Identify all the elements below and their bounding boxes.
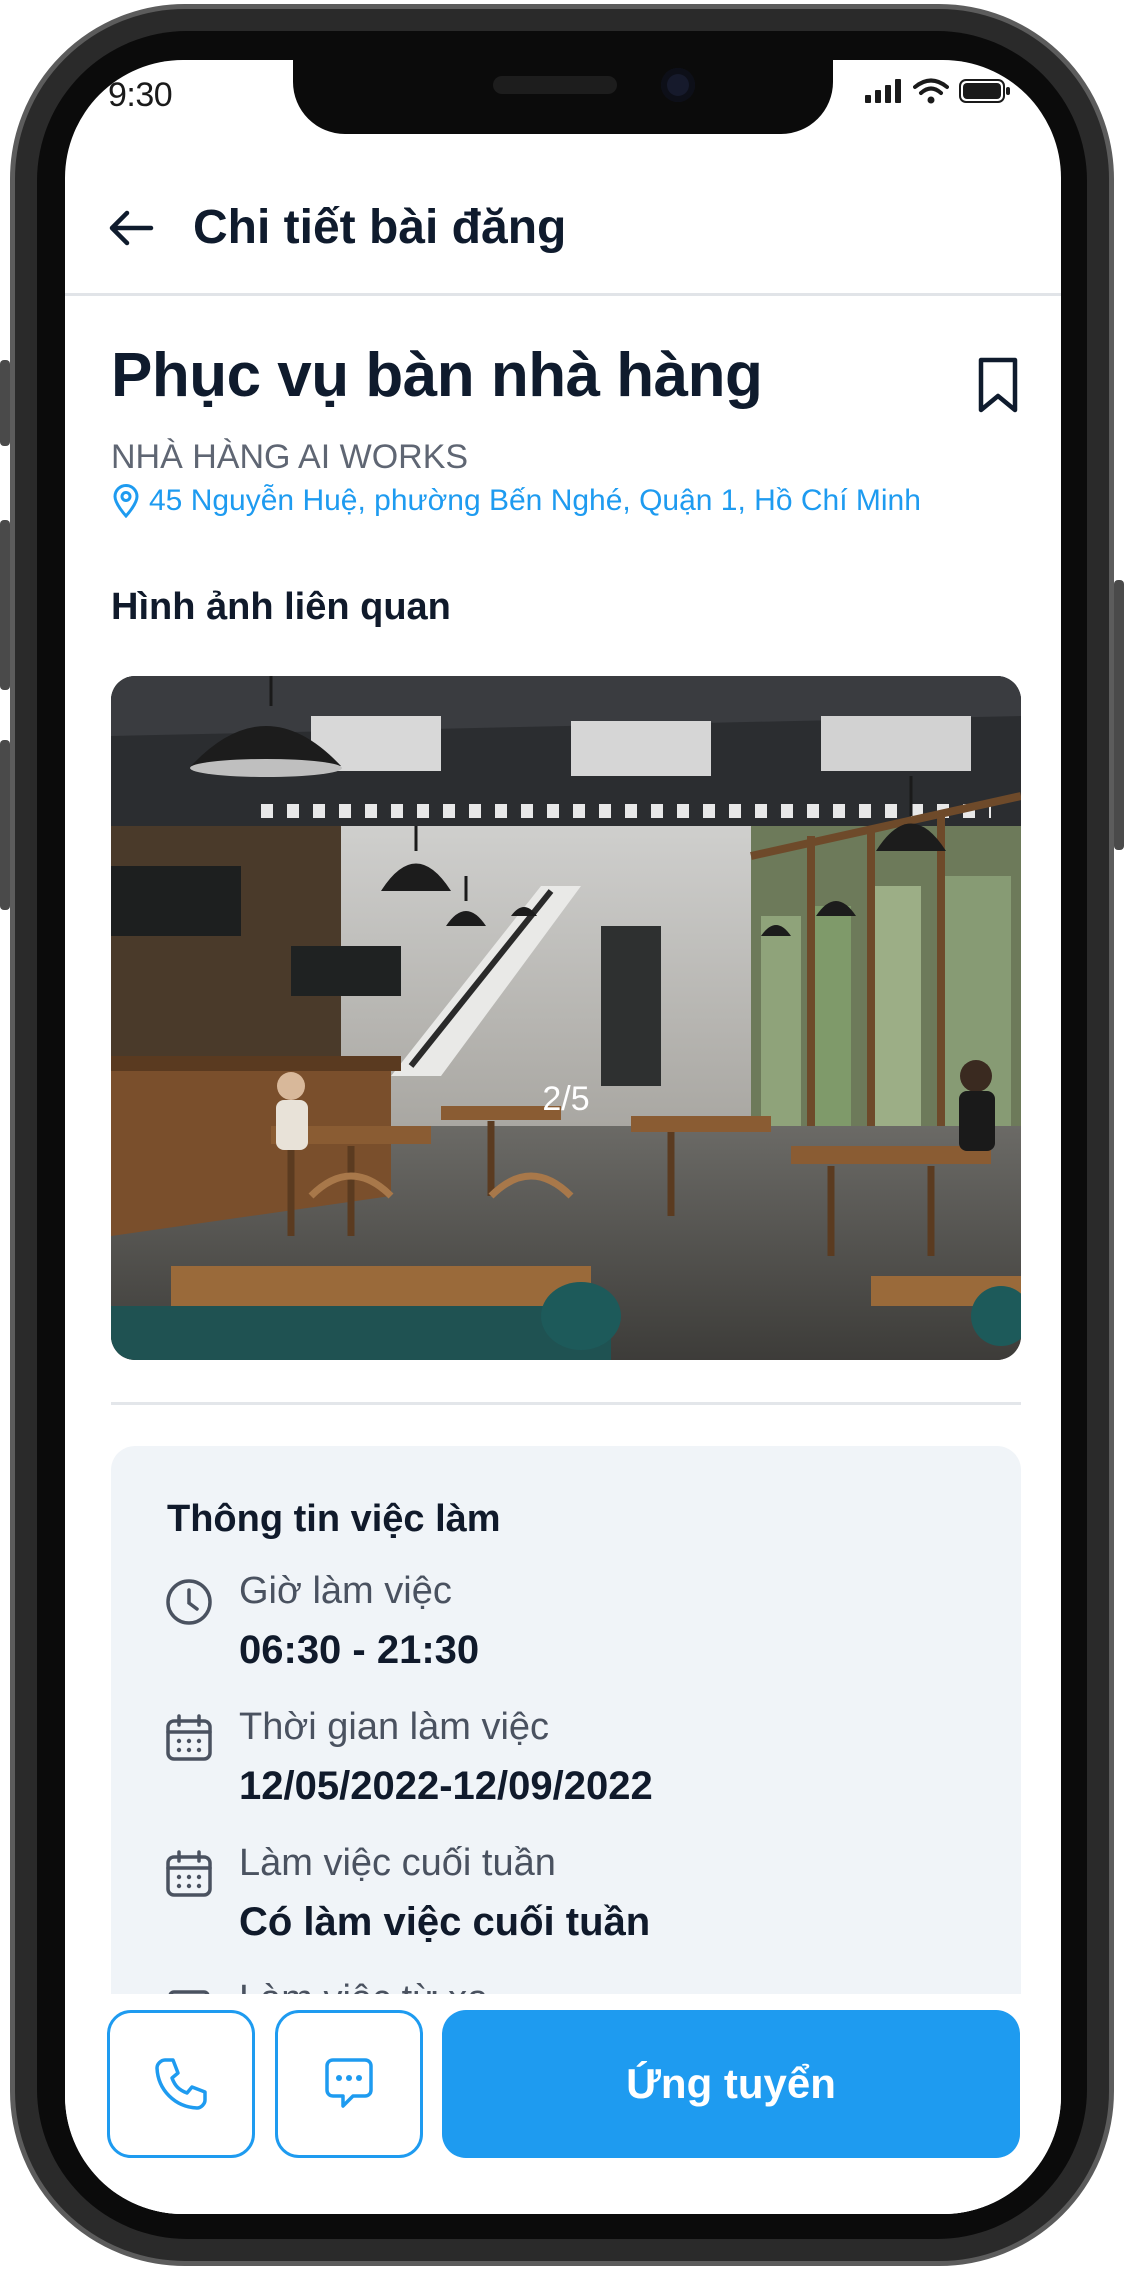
- notch: [293, 60, 833, 134]
- info-value: Có làm việc cuối tuần: [239, 1900, 651, 1944]
- speaker: [493, 76, 617, 94]
- silent-switch: [0, 360, 10, 446]
- info-value: 12/05/2022-12/09/2022: [239, 1764, 653, 1808]
- location-pin-icon: [113, 484, 139, 518]
- company-name: NHÀ HÀNG AI WORKS: [111, 438, 469, 476]
- status-time: 9:30: [108, 76, 173, 114]
- restaurant-interior-image: [111, 676, 1021, 1360]
- bottom-action-bar: Ứng tuyển: [65, 1994, 1061, 2214]
- volume-down-button: [0, 740, 10, 910]
- gallery-counter: 2/5: [542, 1080, 590, 1118]
- section-divider: [111, 1402, 1021, 1405]
- info-label: Làm việc cuối tuần: [239, 1842, 556, 1884]
- apply-button[interactable]: Ứng tuyển: [442, 2010, 1020, 2158]
- message-button[interactable]: [275, 2010, 423, 2158]
- info-value: 06:30 - 21:30: [239, 1628, 480, 1672]
- signal-icon: [865, 79, 901, 103]
- calendar-icon: [166, 1714, 212, 1761]
- chat-icon: [325, 2058, 373, 2108]
- power-button: [1114, 580, 1124, 850]
- info-label: Thời gian làm việc: [239, 1706, 550, 1748]
- wifi-icon: [913, 78, 949, 104]
- gallery-photo[interactable]: 2/5: [111, 676, 1021, 1360]
- battery-icon: [959, 79, 1010, 103]
- page-title: Chi tiết bài đăng: [193, 201, 567, 254]
- info-label: Giờ làm việc: [239, 1570, 452, 1612]
- job-title: Phục vụ bàn nhà hàng: [111, 341, 763, 410]
- address-text: 45 Nguyễn Huệ, phường Bến Nghé, Quận 1, …: [149, 484, 921, 517]
- job-info-title: Thông tin việc làm: [167, 1498, 501, 1540]
- calendar-icon: [166, 1850, 212, 1897]
- app-header: Chi tiết bài đăng: [65, 180, 1061, 296]
- volume-up-button: [0, 520, 10, 690]
- job-address[interactable]: 45 Nguyễn Huệ, phường Bến Nghé, Quận 1, …: [111, 484, 921, 518]
- back-arrow-icon[interactable]: [103, 200, 159, 256]
- bookmark-icon[interactable]: [973, 356, 1023, 414]
- front-camera: [661, 68, 695, 102]
- clock-icon: [166, 1579, 212, 1625]
- app-screen: 9:30 Chi tiết bài đăng Phục vụ bàn nhà h…: [65, 60, 1061, 2214]
- status-icons: [865, 78, 1011, 104]
- call-button[interactable]: [107, 2010, 255, 2158]
- phone-icon: [155, 2058, 207, 2110]
- gallery-label: Hình ảnh liên quan: [111, 586, 451, 628]
